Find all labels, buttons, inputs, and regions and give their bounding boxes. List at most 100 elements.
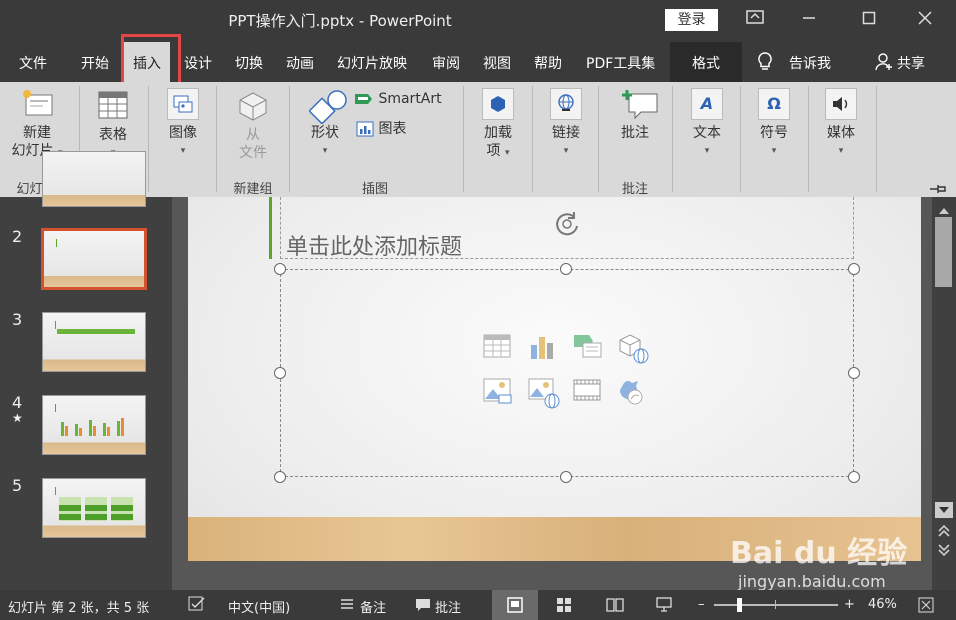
tab-transitions[interactable]: 切换 [235, 53, 263, 73]
from-label: 从 [246, 127, 260, 143]
tab-home[interactable]: 开始 [81, 53, 109, 73]
globe-link-icon [550, 88, 582, 120]
insert-3d-model-icon[interactable] [618, 333, 649, 364]
slide-thumbnail[interactable] [41, 228, 147, 290]
zoom-level[interactable]: 46% [868, 597, 897, 612]
language-status[interactable]: 中文(中国) [228, 597, 290, 616]
current-slide[interactable]: 单击此处添加标题 [188, 197, 921, 561]
table-icon [97, 90, 129, 122]
slide-thumbnail[interactable] [42, 312, 146, 372]
window-title: PPT操作入门.pptx - PowerPoint [228, 12, 452, 30]
lightbulb-icon[interactable] [756, 51, 774, 77]
slide-thumbnail[interactable] [42, 478, 146, 538]
zoom-slider-thumb[interactable] [737, 598, 742, 612]
tab-slideshow[interactable]: 幻灯片放映 [337, 53, 407, 73]
slide-number: 4 [12, 393, 23, 412]
chart-label: 图表 [378, 121, 407, 137]
images-button[interactable]: 图像 ▾ [158, 88, 208, 160]
ribbon-display-options-icon[interactable] [740, 8, 770, 32]
insert-online-picture-icon[interactable] [528, 377, 560, 409]
tab-view[interactable]: 视图 [483, 53, 511, 73]
vertical-scrollbar[interactable] [932, 197, 956, 590]
maximize-icon[interactable] [854, 8, 884, 32]
group-label-comments: 批注 [621, 182, 648, 197]
shapes-label: 形状 [311, 125, 339, 141]
comments-button[interactable]: 批注 [435, 597, 461, 616]
from-file-button[interactable]: 从 文件 [228, 90, 278, 162]
media-button[interactable]: 媒体 ▾ [818, 88, 864, 160]
symbol-label: 符号 [760, 125, 788, 141]
from-file-label: 文件 [239, 145, 267, 161]
link-button[interactable]: 链接 ▾ [543, 88, 589, 160]
minimize-icon[interactable] [794, 8, 824, 32]
notes-icon[interactable] [340, 598, 354, 614]
insert-chart-icon[interactable] [528, 333, 556, 361]
slide-thumbnail[interactable] [42, 151, 146, 207]
reading-view-icon[interactable] [606, 597, 624, 617]
symbol-button[interactable]: Ω 符号 ▾ [751, 88, 797, 160]
fit-to-window-icon[interactable] [918, 597, 934, 617]
shapes-button[interactable]: 形状 ▾ [300, 88, 350, 160]
next-slide-icon[interactable] [937, 542, 951, 561]
tab-review[interactable]: 审阅 [432, 53, 460, 73]
notes-button[interactable]: 备注 [360, 597, 386, 616]
addins-button[interactable]: 加载 项 ▾ [475, 88, 521, 162]
spelling-check-icon[interactable] [188, 596, 206, 616]
smartart-icon [354, 92, 374, 106]
user-icon[interactable] [875, 52, 893, 76]
text-button[interactable]: A 文本 ▾ [684, 88, 730, 160]
scrollbar-thumb[interactable] [935, 217, 952, 287]
insert-smartart-icon[interactable] [573, 333, 602, 361]
login-button[interactable]: 登录 [665, 9, 718, 31]
insert-table-icon[interactable] [483, 333, 511, 361]
resize-handle[interactable] [848, 471, 860, 483]
comments-icon[interactable] [415, 598, 431, 616]
close-icon[interactable] [910, 8, 940, 32]
resize-handle[interactable] [274, 263, 286, 275]
insert-video-icon[interactable] [573, 377, 601, 405]
resize-handle[interactable] [560, 263, 572, 275]
link-label: 链接 [552, 125, 580, 141]
tab-design[interactable]: 设计 [184, 53, 212, 73]
content-placeholder[interactable] [280, 269, 854, 477]
resize-handle[interactable] [848, 367, 860, 379]
resize-handle[interactable] [848, 263, 860, 275]
cube-icon [237, 90, 269, 122]
slideshow-view-icon[interactable] [656, 597, 672, 617]
slide-thumbnail-pane[interactable]: 2 3 4 ★ 5 [0, 151, 172, 590]
tab-animations[interactable]: 动画 [286, 53, 314, 73]
zoom-out-button[interactable]: – [698, 597, 705, 612]
dropdown-caret-icon: ▾ [704, 146, 710, 156]
slide-thumbnail[interactable] [42, 395, 146, 455]
tab-pdf-tools[interactable]: PDF工具集 [586, 53, 655, 73]
tab-format[interactable]: 格式 [670, 42, 742, 82]
comment-button[interactable]: 批注 [610, 88, 660, 142]
normal-view-icon[interactable] [492, 590, 538, 620]
scroll-down-icon[interactable] [935, 502, 953, 518]
title-placeholder-text[interactable]: 单击此处添加标题 [286, 229, 462, 261]
insert-icons-icon[interactable] [618, 377, 646, 405]
previous-slide-icon[interactable] [937, 523, 951, 542]
share-button[interactable]: 共享 [897, 53, 925, 73]
zoom-slider[interactable] [714, 604, 838, 606]
slide-sorter-icon[interactable] [556, 597, 572, 617]
resize-handle[interactable] [274, 367, 286, 379]
group-separator [148, 86, 149, 192]
tell-me-search[interactable]: 告诉我 [789, 53, 831, 73]
insert-picture-icon[interactable] [483, 377, 512, 405]
text-icon: A [691, 88, 723, 120]
smartart-button[interactable]: SmartArt [354, 90, 442, 108]
text-label: 文本 [693, 125, 721, 141]
resize-handle[interactable] [560, 471, 572, 483]
rotate-handle-icon[interactable] [552, 209, 582, 243]
tab-file[interactable]: 文件 [19, 53, 47, 73]
speaker-icon [825, 88, 857, 120]
resize-handle[interactable] [274, 471, 286, 483]
tab-help[interactable]: 帮助 [534, 53, 562, 73]
addins-icon [482, 88, 514, 120]
table-label: 表格 [99, 127, 127, 143]
zoom-in-button[interactable]: + [844, 597, 855, 612]
chart-button[interactable]: 图表 [356, 120, 406, 138]
slide-number: 2 [12, 227, 23, 246]
image-icon [167, 88, 199, 120]
